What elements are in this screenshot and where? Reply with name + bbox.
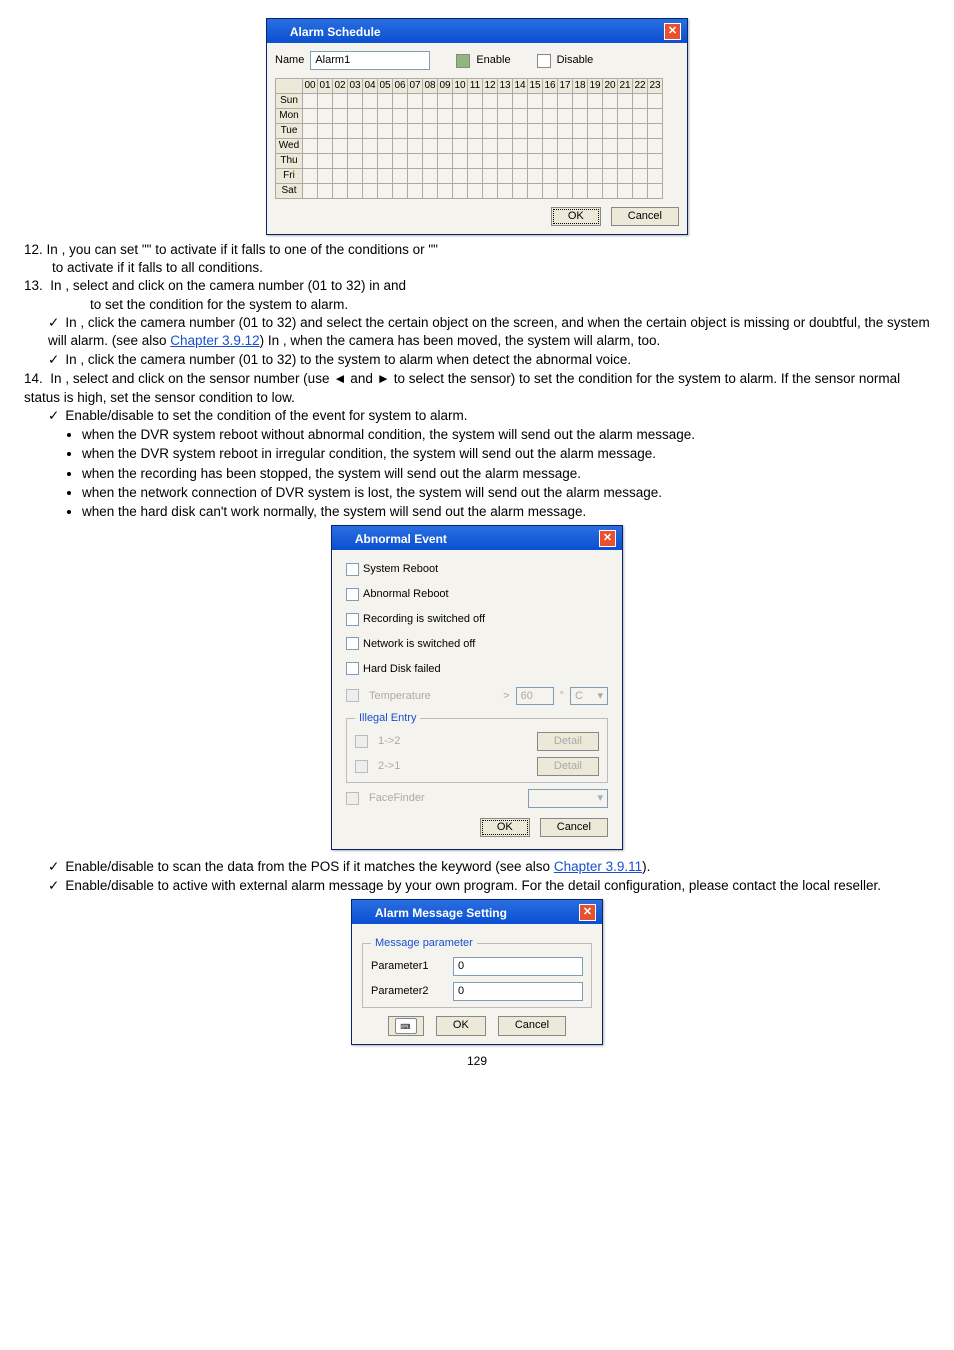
item-12: 12. In , you can set "" to activate if i… bbox=[24, 241, 930, 259]
chevron-down-icon: ▾ bbox=[597, 791, 603, 806]
keyboard-button[interactable]: ⌨ bbox=[388, 1016, 424, 1036]
parameter1-label: Parameter1 bbox=[371, 959, 447, 974]
bullet-system-reboot: when the DVR system reboot without abnor… bbox=[82, 426, 930, 444]
temperature-unit-select: C▾ bbox=[570, 687, 608, 706]
ie-1-2-checkbox bbox=[355, 735, 368, 748]
message-parameter-legend: Message parameter bbox=[371, 936, 477, 951]
alarm-message-dialog: Alarm Message Setting ✕ Message paramete… bbox=[351, 899, 603, 1045]
enable-label: Enable bbox=[476, 53, 510, 68]
network-off-checkbox[interactable] bbox=[346, 637, 359, 650]
alarm-schedule-dialog: Alarm Schedule ✕ Name Alarm1 Enable Disa… bbox=[266, 18, 688, 235]
ok-button[interactable]: OK bbox=[436, 1016, 486, 1036]
item-13: 13. In , select and click on the camera … bbox=[24, 277, 930, 295]
facefinder-select: ▾ bbox=[528, 789, 608, 808]
bullet-recording-off: when the recording has been stopped, the… bbox=[82, 465, 930, 483]
parameter2-input[interactable]: 0 bbox=[453, 982, 583, 1001]
abnormal-reboot-checkbox[interactable] bbox=[346, 588, 359, 601]
external-alarm-item: Enable/disable to active with external a… bbox=[48, 877, 930, 895]
abnormal-event-dialog: Abnormal Event ✕ System Reboot Abnormal … bbox=[331, 525, 623, 849]
facefinder-label: FaceFinder bbox=[369, 791, 425, 806]
ok-button[interactable]: OK bbox=[480, 818, 530, 837]
abnormal-reboot-label: Abnormal Reboot bbox=[363, 588, 449, 600]
item-13-sub1: In , click the camera number (01 to 32) … bbox=[48, 314, 930, 350]
name-label: Name bbox=[275, 53, 304, 68]
app-icon bbox=[338, 529, 352, 543]
detail-button-1: Detail bbox=[537, 732, 599, 751]
bullet-hard-disk: when the hard disk can't work normally, … bbox=[82, 503, 930, 521]
cancel-button[interactable]: Cancel bbox=[611, 207, 679, 226]
recording-off-checkbox[interactable] bbox=[346, 613, 359, 626]
system-reboot-label: System Reboot bbox=[363, 563, 438, 575]
chapter-3-9-12-link[interactable]: Chapter 3.9.12 bbox=[170, 333, 259, 348]
recording-off-label: Recording is switched off bbox=[363, 613, 485, 625]
message-parameter-group: Message parameter Parameter1 0 Parameter2… bbox=[362, 936, 592, 1008]
close-icon[interactable]: ✕ bbox=[579, 904, 596, 921]
item-13-sub2: In , click the camera number (01 to 32) … bbox=[48, 351, 930, 369]
hard-disk-label: Hard Disk failed bbox=[363, 663, 441, 675]
app-icon bbox=[358, 903, 372, 917]
cancel-button[interactable]: Cancel bbox=[540, 818, 608, 837]
disable-label: Disable bbox=[557, 53, 594, 68]
illegal-entry-legend: Illegal Entry bbox=[355, 711, 420, 726]
temperature-input: 60 bbox=[516, 687, 554, 706]
pos-keyword-item: Enable/disable to scan the data from the… bbox=[48, 858, 930, 876]
detail-button-2: Detail bbox=[537, 757, 599, 776]
network-off-label: Network is switched off bbox=[363, 638, 475, 650]
dialog-titlebar: Abnormal Event ✕ bbox=[332, 526, 622, 550]
app-icon bbox=[273, 22, 287, 36]
close-icon[interactable]: ✕ bbox=[664, 23, 681, 40]
hard-disk-checkbox[interactable] bbox=[346, 662, 359, 675]
temperature-label: Temperature bbox=[369, 689, 431, 704]
dialog-title: Alarm Message Setting bbox=[375, 906, 507, 920]
facefinder-checkbox bbox=[346, 792, 359, 805]
dialog-title: Alarm Schedule bbox=[290, 25, 381, 39]
system-reboot-checkbox[interactable] bbox=[346, 563, 359, 576]
item-12-cont: to activate if it falls to all condition… bbox=[24, 259, 930, 277]
bullet-network-off: when the network connection of DVR syste… bbox=[82, 484, 930, 502]
ie-1-2-label: 1->2 bbox=[378, 734, 400, 749]
keyboard-icon: ⌨ bbox=[395, 1018, 417, 1034]
ok-button[interactable]: OK bbox=[551, 207, 601, 226]
item-14: 14. In , select and click on the sensor … bbox=[24, 370, 930, 406]
temperature-checkbox bbox=[346, 689, 359, 702]
name-input[interactable]: Alarm1 bbox=[310, 51, 430, 70]
close-icon[interactable]: ✕ bbox=[599, 530, 616, 547]
ie-2-1-label: 2->1 bbox=[378, 759, 400, 774]
item-13-cont: to set the condition for the system to a… bbox=[24, 296, 930, 314]
illegal-entry-group: Illegal Entry 1->2 Detail 2->1 Detail bbox=[346, 711, 608, 783]
bullet-abnormal-reboot: when the DVR system reboot in irregular … bbox=[82, 445, 930, 463]
chevron-down-icon: ▾ bbox=[597, 689, 603, 704]
disable-swatch bbox=[537, 54, 551, 68]
dialog-titlebar: Alarm Message Setting ✕ bbox=[352, 900, 602, 924]
page-number: 129 bbox=[24, 1053, 930, 1069]
parameter2-label: Parameter2 bbox=[371, 984, 447, 999]
item-14-sub1: Enable/disable to set the condition of t… bbox=[48, 407, 930, 425]
ie-2-1-checkbox bbox=[355, 760, 368, 773]
enable-swatch bbox=[456, 54, 470, 68]
dialog-titlebar: Alarm Schedule ✕ bbox=[267, 19, 687, 43]
cancel-button[interactable]: Cancel bbox=[498, 1016, 566, 1036]
chapter-3-9-11-link[interactable]: Chapter 3.9.11 bbox=[554, 859, 642, 874]
dialog-title: Abnormal Event bbox=[355, 532, 447, 546]
schedule-grid[interactable]: 0001020304050607080910111213141516171819… bbox=[275, 78, 663, 199]
parameter1-input[interactable]: 0 bbox=[453, 957, 583, 976]
